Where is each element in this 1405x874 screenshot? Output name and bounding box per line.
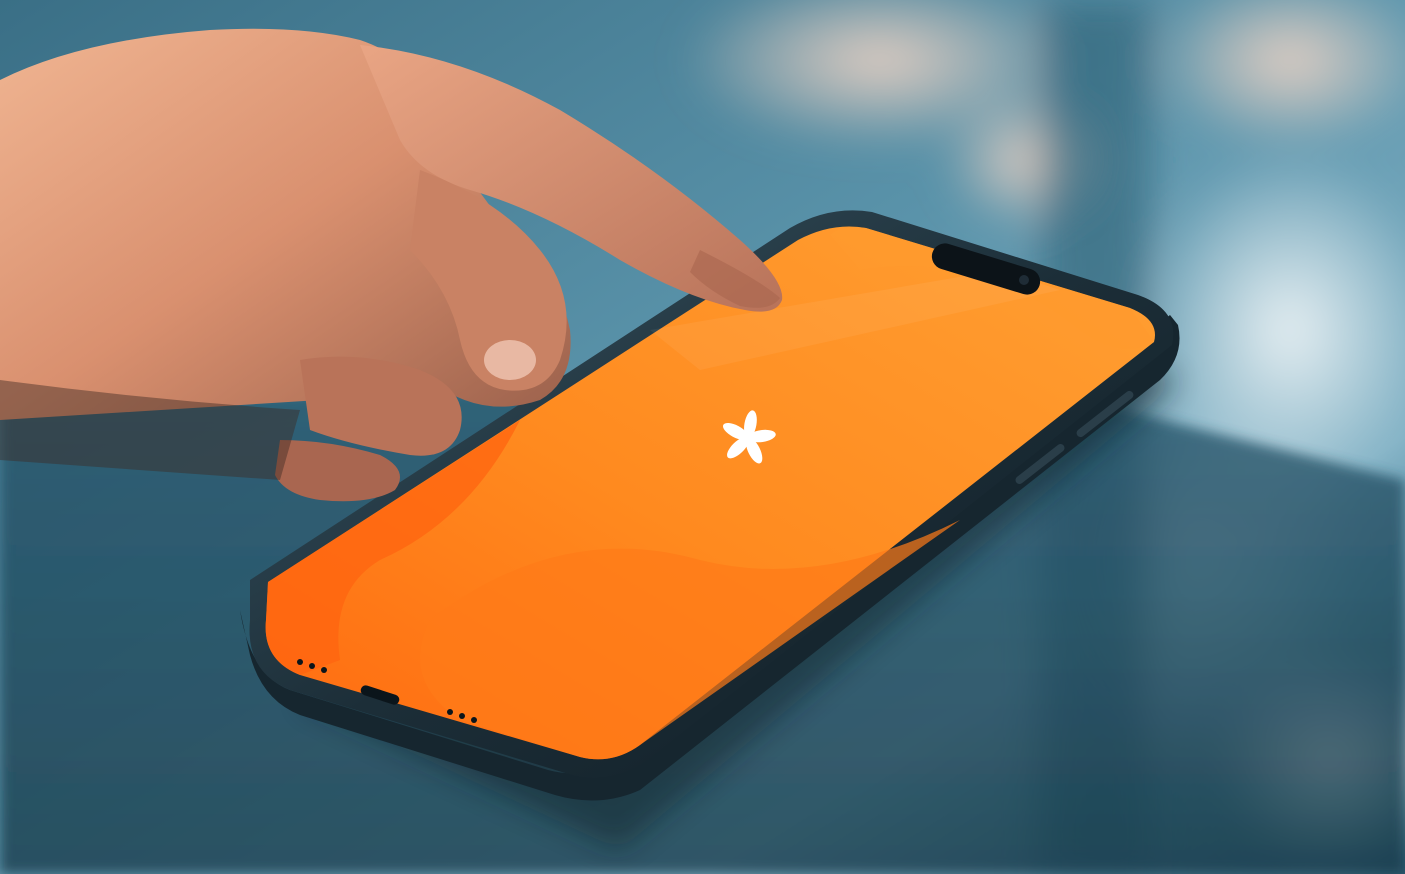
front-camera bbox=[1019, 275, 1029, 285]
photo-illustration bbox=[0, 0, 1405, 874]
photo-scene bbox=[0, 0, 1405, 874]
hand-middle-nail bbox=[484, 340, 536, 380]
